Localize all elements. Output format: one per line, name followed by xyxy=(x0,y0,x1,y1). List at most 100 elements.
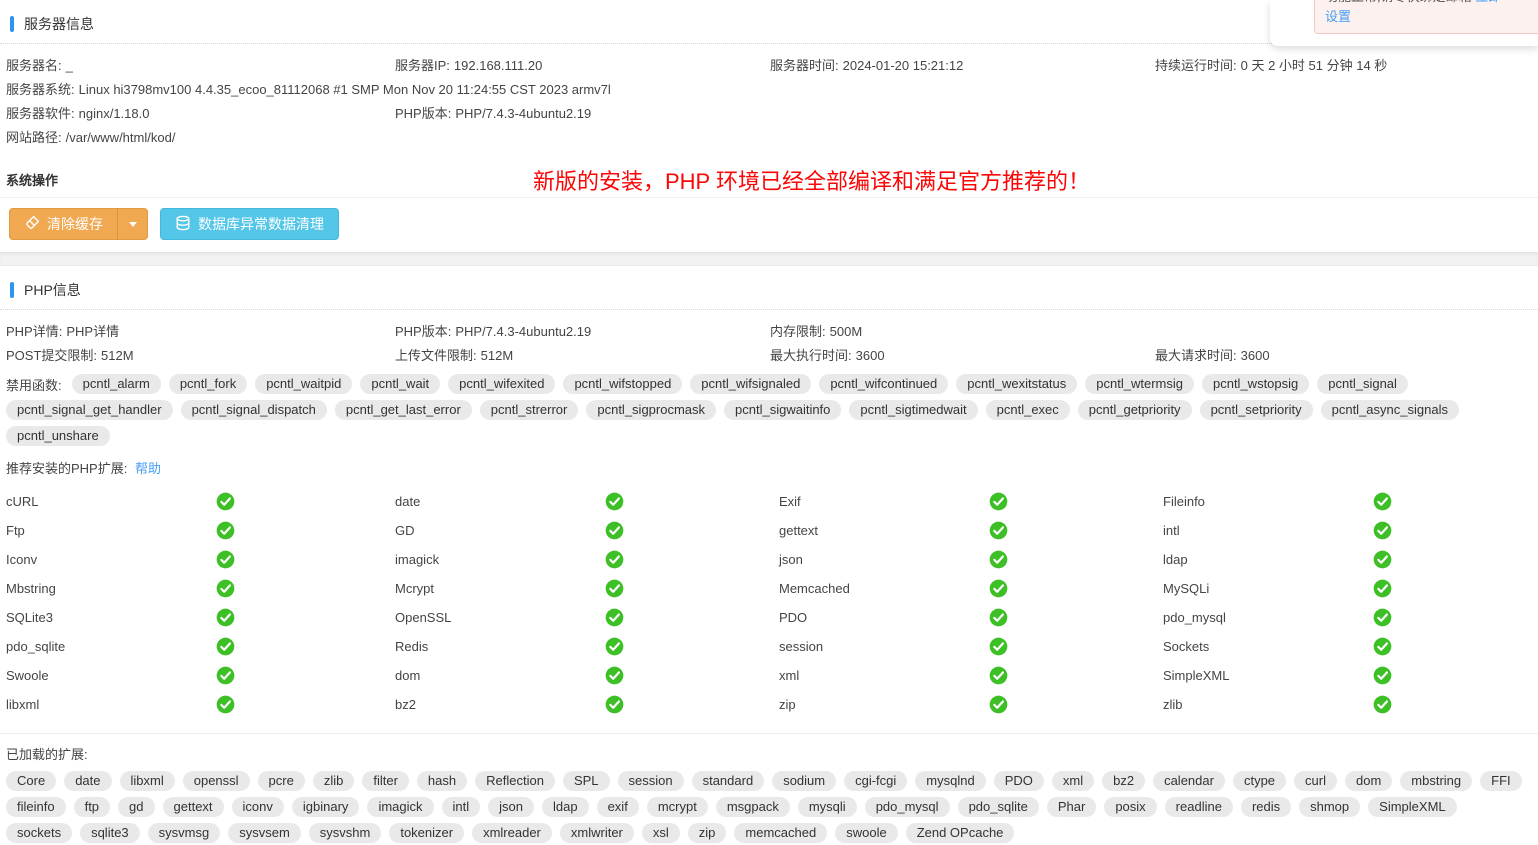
database-icon xyxy=(175,215,191,234)
loaded-extension-tag: xml xyxy=(1052,771,1094,791)
server-ip-field: 服务器IP:192.168.111.20 xyxy=(395,54,770,78)
settings-link[interactable]: 设置 xyxy=(1325,9,1351,24)
loaded-extension-tag: Zend OPcache xyxy=(906,823,1015,843)
loaded-extension-tag: ftp xyxy=(74,797,110,817)
extension-name: Swoole xyxy=(6,668,49,683)
loaded-extension-tag: intl xyxy=(442,797,481,817)
extension-name: zlib xyxy=(1163,697,1183,712)
clear-cache-dropdown-toggle[interactable] xyxy=(117,209,147,239)
extension-name: imagick xyxy=(395,552,439,567)
loaded-extension-tag: mysqlnd xyxy=(915,771,985,791)
loaded-extension-tag: SimpleXML xyxy=(1368,797,1456,817)
section-title: 服务器信息 xyxy=(24,14,94,34)
extension-name: MySQLi xyxy=(1163,581,1209,596)
php-extension-item: Iconv xyxy=(6,550,395,569)
check-ok-icon xyxy=(1373,608,1392,627)
info-row: PHP详情:PHP详情 PHP版本:PHP/7.4.3-4ubuntu2.19 … xyxy=(6,320,1538,344)
extension-name: PDO xyxy=(779,610,807,625)
server-software-field: 服务器软件:nginx/1.18.0 xyxy=(6,102,395,126)
memory-limit-field: 内存限制:500M xyxy=(770,320,1155,344)
loaded-extension-tag: gettext xyxy=(163,797,224,817)
server-time-field: 服务器时间:2024-01-20 15:21:12 xyxy=(770,54,1155,78)
loaded-extension-tag: sqlite3 xyxy=(80,823,140,843)
php-detail-link[interactable]: PHP详情 xyxy=(66,324,119,339)
php-extension-item: zlib xyxy=(1163,695,1538,714)
setup-now-link[interactable]: 立即 xyxy=(1475,0,1501,4)
loaded-extension-tag: tokenizer xyxy=(389,823,464,843)
loaded-extension-tag: redis xyxy=(1241,797,1291,817)
loaded-extension-tag: imagick xyxy=(367,797,433,817)
help-link[interactable]: 帮助 xyxy=(135,461,161,476)
extension-name: libxml xyxy=(6,697,39,712)
extension-name: dom xyxy=(395,668,420,683)
disabled-function-tag: pcntl_wstopsig xyxy=(1202,374,1309,394)
extension-name: OpenSSL xyxy=(395,610,451,625)
max-request-time-field: 最大请求时间:3600 xyxy=(1155,344,1538,368)
extension-name: pdo_mysql xyxy=(1163,610,1226,625)
check-ok-icon xyxy=(605,521,624,540)
section-accent-bar xyxy=(10,16,14,32)
php-extension-item: intl xyxy=(1163,521,1538,540)
check-ok-icon xyxy=(605,637,624,656)
loaded-extension-tag: xsl xyxy=(642,823,680,843)
disabled-function-tag: pcntl_signal_dispatch xyxy=(181,400,327,420)
check-ok-icon xyxy=(216,608,235,627)
php-info-grid: PHP详情:PHP详情 PHP版本:PHP/7.4.3-4ubuntu2.19 … xyxy=(0,310,1538,368)
loaded-extension-tag: sysvsem xyxy=(228,823,301,843)
clear-cache-button[interactable]: 清除缓存 xyxy=(10,209,117,239)
extension-name: Mcrypt xyxy=(395,581,434,596)
email-setup-alert: 功能正常,请尽快绑定邮箱 立即 设置 xyxy=(1314,0,1538,34)
check-ok-icon xyxy=(605,695,624,714)
loaded-extension-tag: PDO xyxy=(994,771,1044,791)
max-exec-time-field: 最大执行时间:3600 xyxy=(770,344,1155,368)
extension-name: cURL xyxy=(6,494,39,509)
check-ok-icon xyxy=(989,492,1008,511)
extension-name: json xyxy=(779,552,803,567)
check-ok-icon xyxy=(605,579,624,598)
loaded-extension-tag: mbstring xyxy=(1400,771,1472,791)
check-ok-icon xyxy=(1373,521,1392,540)
php-extension-item: xml xyxy=(779,666,1163,685)
php-extension-grid: cURL date Exif Fileinfo Ftp xyxy=(0,479,1538,723)
disabled-function-tag: pcntl_sigtimedwait xyxy=(849,400,977,420)
extension-name: SQLite3 xyxy=(6,610,53,625)
upload-limit-field: 上传文件限制:512M xyxy=(395,344,770,368)
check-ok-icon xyxy=(1373,695,1392,714)
loaded-extension-tag: sysvmsg xyxy=(148,823,221,843)
uptime-field: 持续运行时间:0 天 2 小时 51 分钟 14 秒 xyxy=(1155,54,1538,78)
loaded-extension-tag: shmop xyxy=(1299,797,1360,817)
loaded-extension-tag: mysqli xyxy=(798,797,857,817)
loaded-extension-tag: gd xyxy=(118,797,154,817)
loaded-extension-tag: Reflection xyxy=(475,771,555,791)
loaded-extension-tag: swoole xyxy=(835,823,897,843)
disabled-function-tag: pcntl_wifsignaled xyxy=(690,374,811,394)
php-extension-item: date xyxy=(395,492,779,511)
disabled-function-tag: pcntl_alarm xyxy=(72,374,161,394)
extension-name: bz2 xyxy=(395,697,416,712)
php-extension-item: OpenSSL xyxy=(395,608,779,627)
loaded-extension-tag: hash xyxy=(417,771,467,791)
check-ok-icon xyxy=(605,492,624,511)
extension-name: Ftp xyxy=(6,523,25,538)
loaded-extension-tag: xmlwriter xyxy=(560,823,634,843)
php-extension-item: zip xyxy=(779,695,1163,714)
php-extension-item: Sockets xyxy=(1163,637,1538,656)
disabled-function-tag: pcntl_exec xyxy=(986,400,1070,420)
disabled-function-tag: pcntl_getpriority xyxy=(1078,400,1192,420)
server-info-grid: 服务器名:_ 服务器IP:192.168.111.20 服务器时间:2024-0… xyxy=(0,44,1538,150)
db-clean-button[interactable]: 数据库异常数据清理 xyxy=(160,208,339,240)
php-detail-field: PHP详情:PHP详情 xyxy=(6,320,395,344)
extension-name: gettext xyxy=(779,523,818,538)
check-ok-icon xyxy=(1373,492,1392,511)
php-extension-item: Redis xyxy=(395,637,779,656)
clear-cache-label: 清除缓存 xyxy=(47,214,103,234)
check-ok-icon xyxy=(605,608,624,627)
loaded-extension-tag: ldap xyxy=(542,797,589,817)
extension-name: session xyxy=(779,639,823,654)
info-row: 服务器系统:Linux hi3798mv100 4.4.35_ecoo_8111… xyxy=(6,78,1538,102)
extension-name: date xyxy=(395,494,420,509)
notification-card: 功能正常,请尽快绑定邮箱 立即 设置 xyxy=(1270,0,1538,46)
loaded-extension-tag: FFI xyxy=(1480,771,1522,791)
check-ok-icon xyxy=(989,550,1008,569)
loaded-extension-tag: mcrypt xyxy=(647,797,708,817)
